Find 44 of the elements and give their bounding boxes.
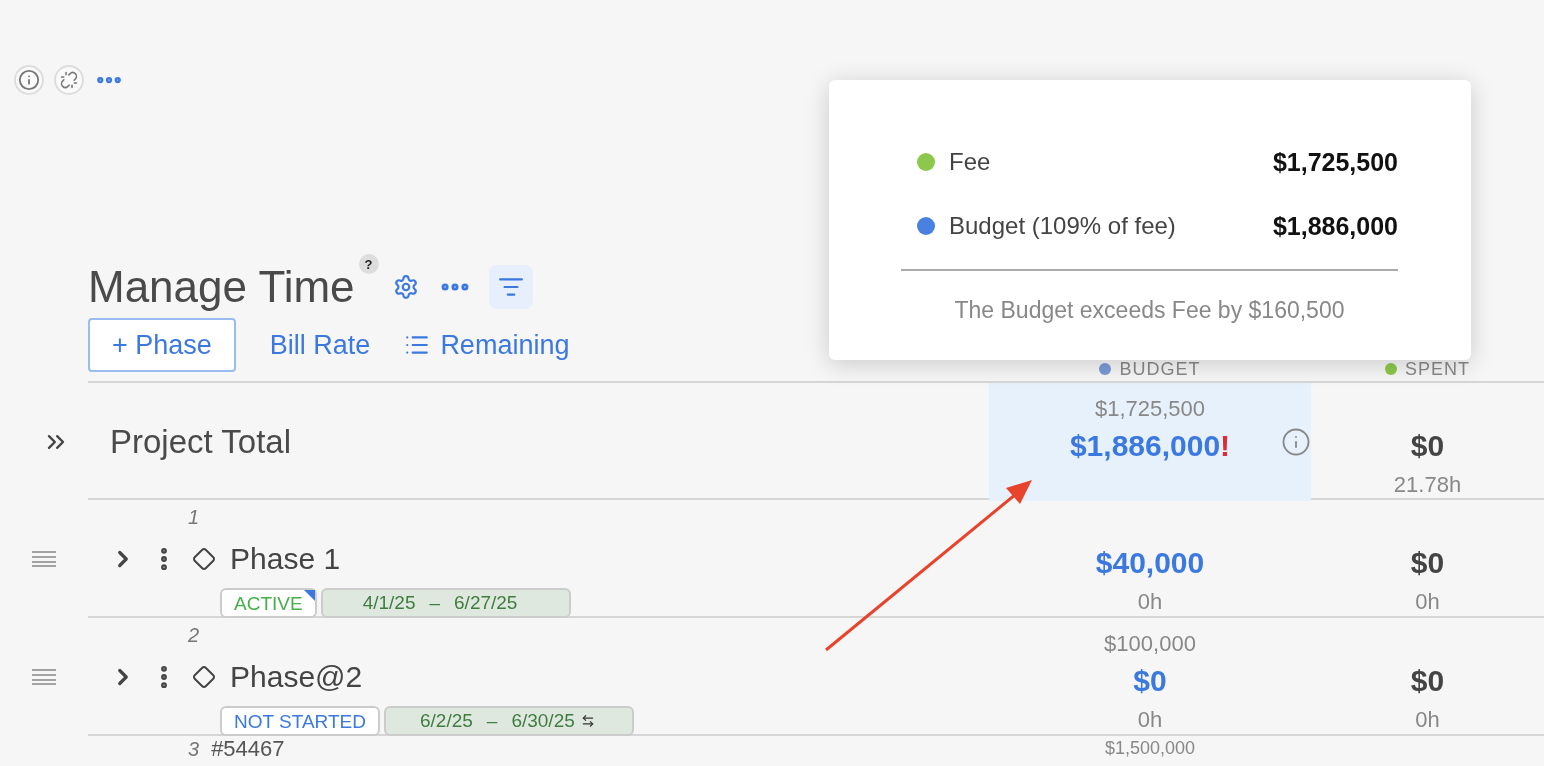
- popover-message: The Budget exceeds Fee by $160,500: [953, 297, 1346, 324]
- fee-amount: $1,500,000: [1104, 738, 1196, 758]
- unlink-icon[interactable]: [54, 65, 84, 95]
- status-badge[interactable]: NOT STARTED: [220, 706, 380, 736]
- date-range[interactable]: 4/1/25 – 6/27/25: [320, 588, 571, 618]
- legend-value: $1,886,000: [1272, 211, 1398, 241]
- bill-rate-link[interactable]: Bill Rate: [269, 318, 371, 372]
- status-badge[interactable]: ACTIVE: [220, 588, 317, 618]
- remaining-button[interactable]: Remaining: [404, 318, 570, 372]
- swap-icon[interactable]: [580, 714, 595, 728]
- column-header: BUDGET: [1099, 359, 1201, 379]
- budget-amount: $0: [1133, 663, 1167, 699]
- spent-amount: $0: [1410, 428, 1445, 464]
- fee-amount: $100,000: [1104, 630, 1196, 658]
- phase-name: Phase@2: [230, 660, 363, 694]
- project-total-label: Project Total: [110, 423, 291, 461]
- budget-amount: $1,886,000!: [1069, 428, 1231, 464]
- add-phase-button[interactable]: + Phase: [88, 318, 236, 372]
- diamond-icon: [192, 665, 216, 689]
- legend-value: $1,725,500: [1272, 147, 1398, 177]
- column-header: SPENT: [1385, 359, 1470, 379]
- row-number: 3: [188, 737, 200, 762]
- legend-label: Fee: [949, 148, 992, 176]
- budget-hours: 0h: [1137, 706, 1163, 734]
- phase-name: Phase 1: [230, 542, 341, 576]
- row-number: 1: [188, 505, 200, 530]
- date-range[interactable]: 6/2/25 – 6/30/25: [383, 706, 634, 736]
- spent-hours: 21.78h: [1393, 471, 1462, 499]
- row-number: 2: [188, 623, 200, 648]
- spent-hours: 0h: [1415, 588, 1440, 616]
- spent-amount: $0: [1410, 545, 1445, 581]
- info-icon[interactable]: [1281, 427, 1311, 457]
- spent-hours: 0h: [1415, 706, 1440, 734]
- budget-amount: $40,000: [1095, 545, 1205, 581]
- drag-handle-icon[interactable]: [31, 551, 57, 567]
- spent-amount: $0: [1410, 663, 1445, 699]
- diamond-icon: [192, 547, 216, 571]
- help-badge[interactable]: ?: [358, 254, 379, 274]
- phase-code: #54467: [211, 736, 285, 763]
- legend-label: Budget (109% of fee): [949, 212, 1177, 240]
- fee-amount: $1,725,500: [1094, 395, 1206, 423]
- drag-handle-icon[interactable]: [31, 669, 57, 685]
- budget-hours: 0h: [1137, 588, 1163, 616]
- filter-icon[interactable]: [488, 265, 533, 309]
